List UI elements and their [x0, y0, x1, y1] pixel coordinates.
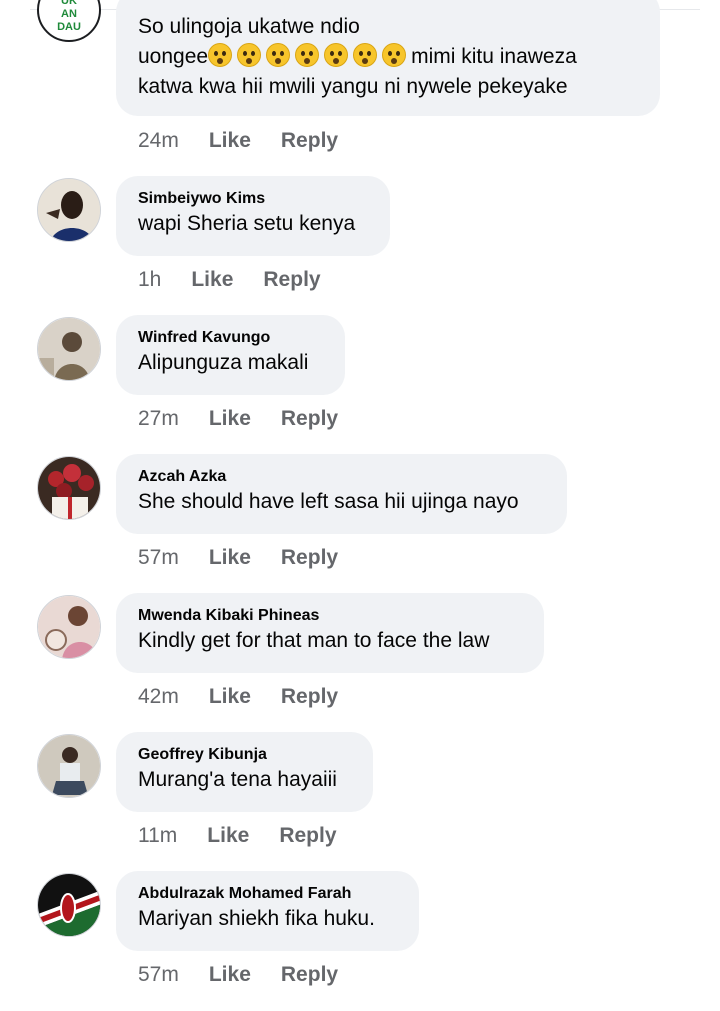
like-button[interactable]: Like	[191, 268, 233, 292]
comment-author[interactable]: Geoffrey Kibunja	[138, 745, 351, 765]
comment-time: 24m	[138, 129, 179, 152]
comment-author[interactable]: Winfred Kavungo	[138, 328, 323, 348]
comment-author[interactable]: Abdulrazak Mohamed Farah	[138, 884, 397, 904]
person-photo-icon	[38, 318, 100, 380]
person-photo-icon	[38, 735, 100, 797]
comment-text: She should have left sasa hii ujinga nay…	[138, 490, 519, 513]
avatar[interactable]	[37, 317, 101, 381]
comment-bubble: Simbeiywo Kims wapi Sheria setu kenya	[116, 176, 390, 256]
comment-bubble: Winfred Kavungo Alipunguza makali	[116, 315, 345, 395]
reply-button[interactable]: Reply	[279, 824, 336, 848]
like-button[interactable]: Like	[209, 546, 251, 570]
avatar[interactable]: UK AN DAU	[37, 0, 101, 42]
comment-bubble: Azcah Azka She should have left sasa hii…	[116, 454, 567, 534]
svg-text:AN: AN	[61, 8, 77, 20]
comment-actions: 57m Like Reply	[138, 963, 368, 987]
comment-text-line: uongee mimi kitu inaweza	[138, 43, 577, 68]
reply-button[interactable]: Reply	[281, 685, 338, 709]
avatar[interactable]	[37, 873, 101, 937]
emoji-row	[208, 43, 411, 68]
comment-actions: 27m Like Reply	[138, 407, 368, 431]
person-photo-icon	[38, 596, 100, 658]
comment-text: wapi Sheria setu kenya	[138, 212, 356, 235]
comment-actions: 42m Like Reply	[138, 685, 368, 709]
astonished-face-emoji	[208, 43, 233, 67]
comment-actions: 57m Like Reply	[138, 546, 368, 570]
comment-time: 11m	[138, 824, 178, 847]
astonished-face-emoji	[324, 43, 349, 67]
avatar[interactable]	[37, 595, 101, 659]
comment-text: Murang'a tena hayaiii	[138, 768, 337, 791]
svg-text:DAU: DAU	[57, 21, 81, 33]
comment-text-line: So ulingoja ukatwe ndio	[138, 15, 360, 38]
flowers-photo-icon	[38, 457, 100, 519]
comment-time: 27m	[138, 407, 179, 430]
avatar[interactable]	[37, 178, 101, 242]
comment-bubble: Geoffrey Kibunja Murang'a tena hayaiii	[116, 732, 373, 812]
comment-time: 57m	[138, 546, 179, 569]
comment-time: 57m	[138, 963, 179, 986]
reply-button[interactable]: Reply	[281, 407, 338, 431]
comment-bubble: So ulingoja ukatwe ndio uongee mimi kitu …	[116, 0, 660, 116]
comment-actions: 1h Like Reply	[138, 268, 351, 292]
reply-button[interactable]: Reply	[281, 129, 338, 153]
like-button[interactable]: Like	[209, 963, 251, 987]
avatar[interactable]	[37, 456, 101, 520]
comment-time: 1h	[138, 268, 162, 291]
comment-bubble: Abdulrazak Mohamed Farah Mariyan shiekh …	[116, 871, 419, 951]
astonished-face-emoji	[353, 43, 378, 67]
astonished-face-emoji	[237, 43, 262, 67]
svg-text:UK: UK	[61, 0, 77, 7]
comment-text-line: katwa kwa hii mwili yangu ni nywele peke…	[138, 75, 568, 98]
comment-author[interactable]: Simbeiywo Kims	[138, 189, 368, 209]
comment-actions: 24m Like Reply	[138, 129, 368, 153]
like-button[interactable]: Like	[207, 824, 249, 848]
kenya-flag-icon	[38, 874, 100, 936]
ukandau-logo-icon: UK AN DAU	[57, 0, 81, 33]
like-button[interactable]: Like	[209, 407, 251, 431]
reply-button[interactable]: Reply	[281, 963, 338, 987]
comment-author[interactable]: Mwenda Kibaki Phineas	[138, 606, 522, 626]
person-photo-icon	[38, 179, 100, 241]
reply-button[interactable]: Reply	[263, 268, 320, 292]
like-button[interactable]: Like	[209, 129, 251, 153]
comment-text: Alipunguza makali	[138, 351, 309, 374]
comment-text: Kindly get for that man to face the law	[138, 629, 490, 652]
comment-author[interactable]: Azcah Azka	[138, 467, 545, 487]
comment-time: 42m	[138, 685, 179, 708]
comment-actions: 11m Like Reply	[138, 824, 367, 848]
reply-button[interactable]: Reply	[281, 546, 338, 570]
astonished-face-emoji	[382, 43, 407, 67]
astonished-face-emoji	[295, 43, 320, 67]
like-button[interactable]: Like	[209, 685, 251, 709]
comment-text: Mariyan shiekh fika huku.	[138, 907, 375, 930]
avatar[interactable]	[37, 734, 101, 798]
comment-bubble: Mwenda Kibaki Phineas Kindly get for tha…	[116, 593, 544, 673]
astonished-face-emoji	[266, 43, 291, 67]
